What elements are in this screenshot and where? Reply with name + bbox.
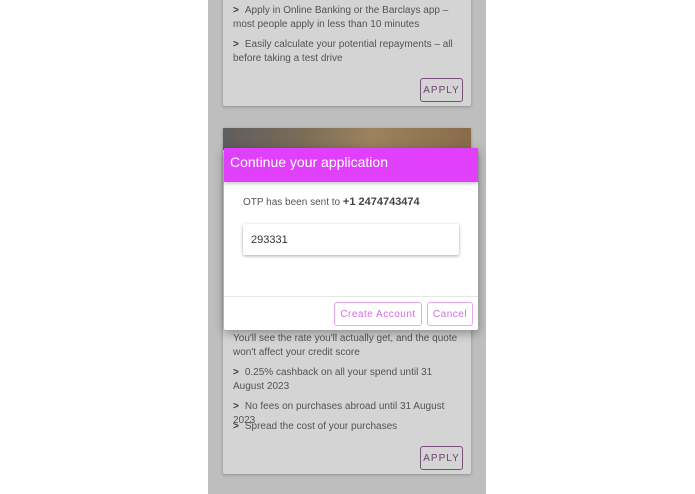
dialog-header: Continue your application — [224, 148, 478, 182]
otp-dialog: Continue your application OTP has been s… — [224, 148, 478, 330]
phone-number: +1 2474743474 — [342, 196, 420, 208]
create-account-button[interactable]: Create Account — [334, 302, 422, 326]
divider — [224, 296, 478, 297]
cancel-button[interactable]: Cancel — [427, 302, 473, 326]
otp-message: OTP has been sent to +1 2474743474 — [243, 196, 420, 208]
otp-input[interactable] — [243, 224, 459, 255]
dialog-title: Continue your application — [230, 154, 388, 170]
otp-message-prefix: OTP has been sent to — [243, 197, 341, 208]
